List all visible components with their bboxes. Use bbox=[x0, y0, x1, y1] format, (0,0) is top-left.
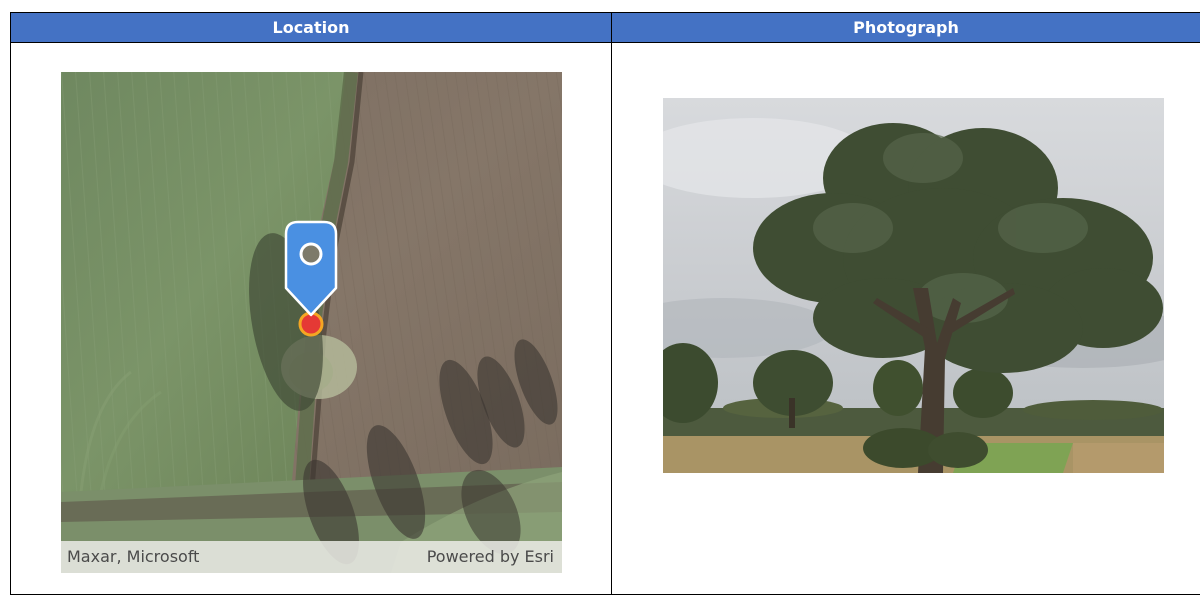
map-attribution-bar: Maxar, Microsoft Powered by Esri bbox=[61, 541, 562, 573]
location-photo-table: Location Photograph bbox=[10, 12, 1200, 595]
tree-photo-image bbox=[663, 98, 1164, 473]
location-point[interactable] bbox=[300, 313, 322, 335]
map-attribution-left: Maxar, Microsoft bbox=[67, 541, 199, 573]
photograph-header: Photograph bbox=[612, 13, 1200, 43]
map-attribution-right[interactable]: Powered by Esri bbox=[427, 541, 554, 573]
satellite-map[interactable]: Maxar, Microsoft Powered by Esri bbox=[61, 72, 562, 573]
tree-photograph bbox=[663, 98, 1164, 473]
location-header: Location bbox=[11, 13, 612, 43]
satellite-imagery bbox=[61, 72, 562, 573]
location-cell: Maxar, Microsoft Powered by Esri bbox=[11, 43, 612, 595]
photograph-cell bbox=[612, 43, 1200, 595]
